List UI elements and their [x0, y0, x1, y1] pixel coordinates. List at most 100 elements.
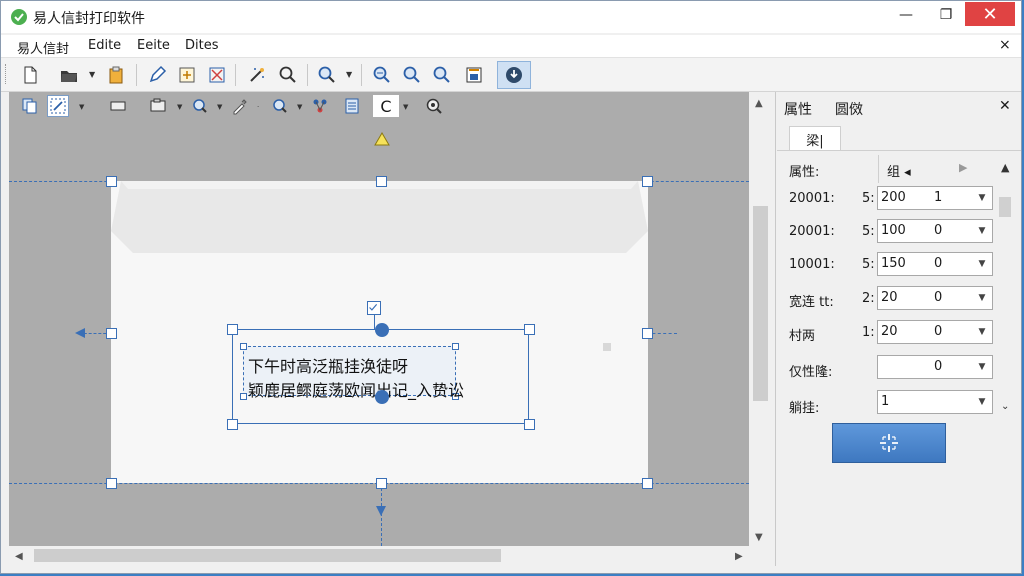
tools-icon[interactable]: [204, 62, 230, 88]
panel-scrollbar[interactable]: [997, 186, 1013, 411]
panel-close-icon[interactable]: ✕: [999, 98, 1011, 114]
zoom-in-icon[interactable]: [399, 62, 425, 88]
layers-icon[interactable]: [19, 95, 41, 117]
paste-icon[interactable]: [103, 62, 129, 88]
menu-item-envelope[interactable]: 易人信封: [17, 38, 69, 57]
chevron-down-icon[interactable]: ▼: [972, 187, 992, 209]
maximize-button[interactable]: ❐: [923, 1, 969, 29]
apply-button[interactable]: [832, 423, 946, 463]
zoom-out-icon[interactable]: [369, 62, 395, 88]
rotate-handle-icon[interactable]: [375, 323, 389, 337]
panel-scroll-down-icon[interactable]: ⌄: [1001, 401, 1009, 412]
scroll-right-icon[interactable]: ▶: [735, 551, 743, 562]
stamp-placeholder: [603, 343, 611, 351]
stamp-icon[interactable]: [189, 95, 211, 117]
tab-properties[interactable]: 属性: [784, 99, 812, 119]
resize-handle[interactable]: [376, 176, 387, 187]
zoom-dropdown-icon[interactable]: ▼: [346, 70, 352, 79]
inner-handle[interactable]: [240, 343, 247, 350]
eyedropper-dropdown-icon[interactable]: ·: [257, 103, 259, 111]
menu-item-dites[interactable]: Dites: [185, 38, 219, 53]
pen-icon[interactable]: [144, 62, 170, 88]
edit-frame-icon[interactable]: [174, 62, 200, 88]
toolbar-grip[interactable]: [5, 64, 9, 84]
property-group-selector[interactable]: 组 ◂: [887, 161, 911, 180]
scroll-left-icon[interactable]: ◀: [15, 551, 23, 562]
eyedropper-icon[interactable]: [229, 95, 251, 117]
list-icon[interactable]: [341, 95, 363, 117]
toolbar-separator: [235, 64, 236, 86]
textbox-handle[interactable]: [227, 419, 238, 430]
settings-zoom-icon[interactable]: [423, 95, 445, 117]
resize-handle[interactable]: [106, 328, 117, 339]
image-frame-icon[interactable]: [147, 95, 169, 117]
top-anchor-icon[interactable]: [374, 132, 390, 146]
field-value-b: 1: [934, 190, 943, 205]
resize-handle[interactable]: [106, 478, 117, 489]
select-dropdown-icon[interactable]: ▼: [79, 103, 84, 111]
tab-second[interactable]: 圆傚: [835, 99, 863, 119]
search-icon[interactable]: [275, 62, 301, 88]
new-file-icon[interactable]: [17, 62, 43, 88]
property-field[interactable]: 100 0 ▼: [877, 219, 993, 243]
chevron-down-icon[interactable]: ▼: [972, 356, 992, 378]
font-c-button[interactable]: C: [373, 95, 399, 117]
chevron-down-icon[interactable]: ▼: [972, 391, 992, 413]
menubar-close-icon[interactable]: ×: [999, 37, 1011, 53]
property-field[interactable]: 1 ▼: [877, 390, 993, 414]
zoom-fit-icon[interactable]: [429, 62, 455, 88]
network-icon[interactable]: [309, 95, 331, 117]
resize-handle[interactable]: [376, 478, 387, 489]
panel-subtab[interactable]: 梁|: [789, 126, 841, 151]
textbox-handle[interactable]: [524, 419, 535, 430]
inner-handle[interactable]: [240, 393, 247, 400]
select-tool-icon[interactable]: [47, 95, 69, 117]
frame-icon[interactable]: [461, 62, 487, 88]
zoom-drop-icon[interactable]: [314, 62, 340, 88]
property-field[interactable]: 20 0 ▼: [877, 286, 993, 310]
panel-scroll-thumb[interactable]: [999, 197, 1011, 217]
open-folder-icon[interactable]: [56, 62, 82, 88]
textbox-handle[interactable]: [227, 324, 238, 335]
property-label: 仅性隆:: [789, 365, 833, 380]
property-field[interactable]: 150 0 ▼: [877, 252, 993, 276]
open-dropdown-icon[interactable]: ▼: [89, 70, 95, 79]
property-field[interactable]: 0 ▼: [877, 355, 993, 379]
collapse-up-icon[interactable]: ▲: [1001, 161, 1009, 174]
image-dropdown-icon[interactable]: ▼: [177, 103, 182, 111]
stamp-dropdown-icon[interactable]: ▼: [217, 103, 222, 111]
resize-handle[interactable]: [642, 478, 653, 489]
move-handle-icon[interactable]: [375, 390, 389, 404]
download-icon[interactable]: [497, 61, 531, 89]
field-value-b: 0: [934, 290, 943, 305]
property-index: 5:: [862, 257, 875, 272]
menu-item-edit[interactable]: Edite: [88, 38, 121, 53]
zoom-tool-dropdown-icon[interactable]: ▼: [297, 103, 302, 111]
zoom-tool-icon[interactable]: [269, 95, 291, 117]
font-dropdown-icon[interactable]: ▼: [403, 103, 408, 111]
vertical-scroll-thumb[interactable]: [753, 206, 768, 401]
next-arrow-icon[interactable]: ▶: [959, 161, 967, 174]
magic-wand-icon[interactable]: [244, 62, 270, 88]
close-button[interactable]: ✕: [965, 2, 1015, 26]
chevron-down-icon[interactable]: ▼: [972, 287, 992, 309]
window-title: 易人信封打印软件: [33, 11, 145, 27]
inner-handle[interactable]: [452, 343, 459, 350]
rectangle-icon[interactable]: [107, 95, 129, 117]
resize-handle[interactable]: [642, 328, 653, 339]
field-value-a: 200: [881, 190, 906, 205]
checkbox-icon[interactable]: [367, 301, 381, 315]
resize-handle[interactable]: [106, 176, 117, 187]
property-field[interactable]: 200 1 ▼: [877, 186, 993, 210]
chevron-down-icon[interactable]: ▼: [972, 321, 992, 343]
menu-item-eeite[interactable]: Eeite: [137, 38, 170, 53]
chevron-down-icon[interactable]: ▼: [972, 220, 992, 242]
scroll-down-icon[interactable]: ▼: [755, 532, 763, 543]
property-field[interactable]: 20 0 ▼: [877, 320, 993, 344]
field-value-b: 0: [934, 256, 943, 271]
scroll-up-icon[interactable]: ▲: [755, 98, 763, 109]
textbox-handle[interactable]: [524, 324, 535, 335]
resize-handle[interactable]: [642, 176, 653, 187]
horizontal-scroll-thumb[interactable]: [34, 549, 501, 562]
chevron-down-icon[interactable]: ▼: [972, 253, 992, 275]
